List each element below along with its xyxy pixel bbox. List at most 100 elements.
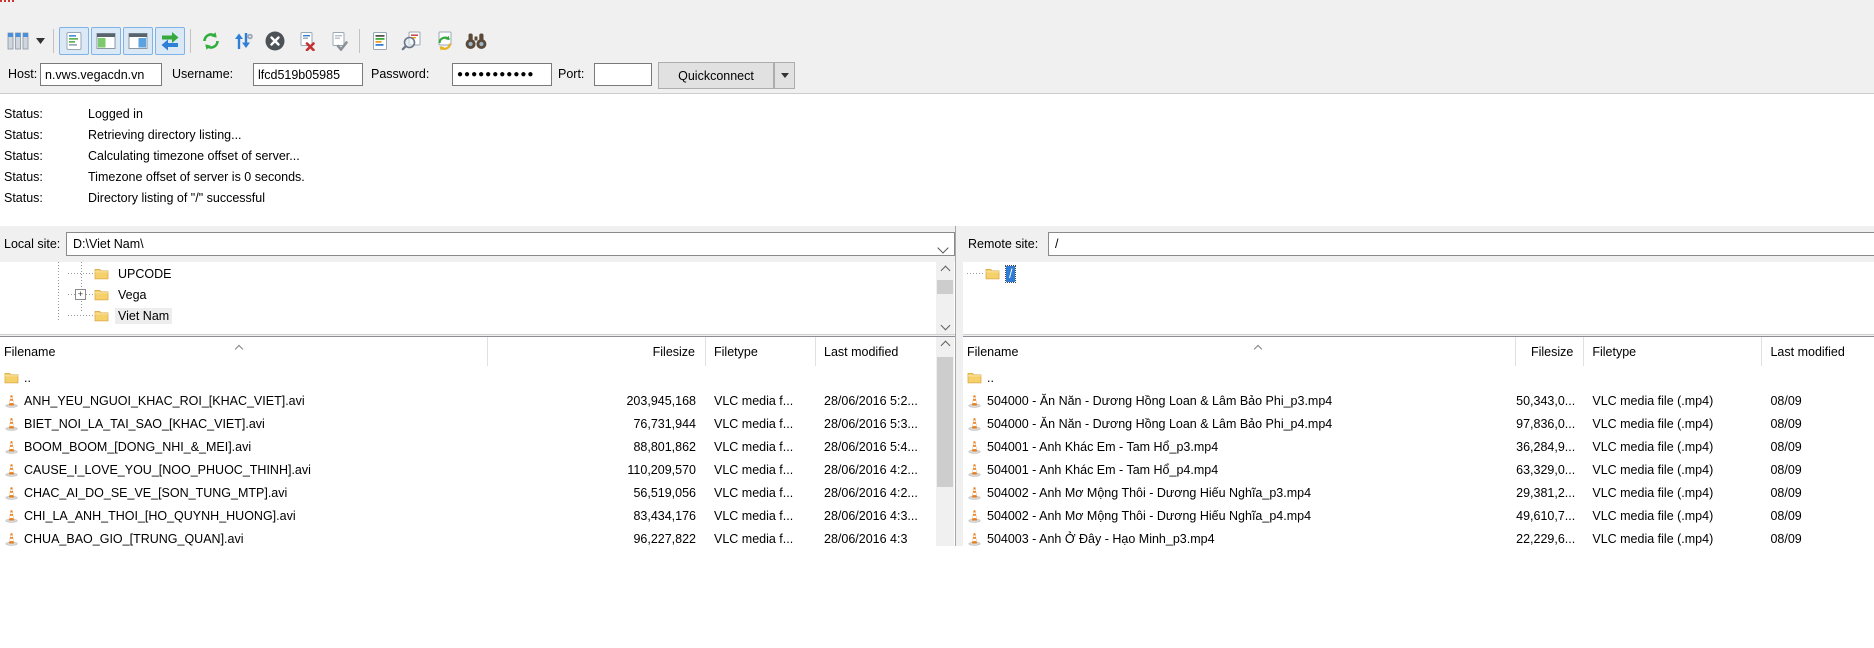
file-size: 96,227,822 xyxy=(488,532,706,546)
local-directory-tree[interactable]: UPCODE Vega Viet Nam xyxy=(0,262,955,335)
log-message: Logged in xyxy=(88,107,143,121)
column-header-filesize[interactable]: Filesize xyxy=(1516,337,1584,366)
local-site-label: Local site: xyxy=(4,237,60,251)
CHI_LA_ANH_THOI_[HO_QUYNH_HUONG].avi[interactable]: CHI_LA_ANH_THOI_[HO_QUYNH_HUONG].avi 83,… xyxy=(0,504,955,527)
vlc-file-icon xyxy=(4,508,24,523)
BOOM_BOOM_[DONG_NHI_&_MEI].avi[interactable]: BOOM_BOOM_[DONG_NHI_&_MEI].avi 88,801,86… xyxy=(0,435,955,458)
column-header-filesize[interactable]: Filesize xyxy=(488,337,706,366)
process-queue-button[interactable] xyxy=(228,27,258,55)
find-files-button[interactable] xyxy=(461,27,491,55)
file-name: 504002 - Anh Mơ Mộng Thôi - Dương Hiếu N… xyxy=(987,486,1311,500)
open-site-manager-button[interactable] xyxy=(3,27,33,55)
pane-splitter[interactable] xyxy=(955,226,963,546)
quickconnect-button[interactable]: Quickconnect xyxy=(658,62,774,89)
504000 - Ăn Năn - Dương Hồng Loan & Lâm Bảo Phi_p3.mp4[interactable]: 504000 - Ăn Năn - Dương Hồng Loan & Lâm … xyxy=(963,389,1874,412)
504002 - Anh Mơ Mộng Thôi - Dương Hiếu Nghĩa_p3.mp4[interactable]: 504002 - Anh Mơ Mộng Thôi - Dương Hiếu N… xyxy=(963,481,1874,504)
remote-directory-tree[interactable]: / xyxy=(963,262,1874,335)
file-size: 22,229,6... xyxy=(1516,532,1584,546)
local-tree-item-upcode[interactable]: UPCODE xyxy=(0,264,955,283)
password-input[interactable] xyxy=(452,63,552,86)
local-tree-item-vega[interactable]: Vega xyxy=(0,285,955,304)
file-name: CHUA_BAO_GIO_[TRUNG_QUAN].avi xyxy=(24,532,244,546)
file-type: VLC media f... xyxy=(706,486,816,500)
column-header-last-modified[interactable]: Last modified xyxy=(816,337,937,366)
toggle-transfer-queue-button[interactable] xyxy=(155,27,185,55)
504001 - Anh Khác Em - Tam Hổ_p3.mp4[interactable]: 504001 - Anh Khác Em - Tam Hổ_p3.mp4 36,… xyxy=(963,435,1874,458)
filter-listings-button[interactable] xyxy=(365,27,395,55)
menu-server[interactable] xyxy=(82,9,102,17)
local-list-scrollbar[interactable] xyxy=(936,337,954,546)
file-modified: 08/09 xyxy=(1762,440,1874,454)
toggle-remote-tree-button[interactable] xyxy=(123,27,153,55)
log-status-label: Status: xyxy=(4,167,43,188)
directory-comparison-button[interactable] xyxy=(397,27,427,55)
..[interactable]: .. xyxy=(963,366,1874,389)
local-tree-item-viet-nam[interactable]: Viet Nam xyxy=(0,306,955,325)
toolbar xyxy=(0,26,1874,56)
tree-expander[interactable] xyxy=(68,285,94,304)
file-name: CHI_LA_ANH_THOI_[HO_QUYNH_HUONG].avi xyxy=(24,509,296,523)
log-message: Retrieving directory listing... xyxy=(88,128,242,142)
toggle-local-tree-button[interactable] xyxy=(91,27,121,55)
504001 - Anh Khác Em - Tam Hổ_p4.mp4[interactable]: 504001 - Anh Khác Em - Tam Hổ_p4.mp4 63,… xyxy=(963,458,1874,481)
file-type: VLC media f... xyxy=(706,417,816,431)
file-size: 50,343,0... xyxy=(1516,394,1584,408)
filter-icon xyxy=(370,31,390,51)
CHUA_BAO_GIO_[TRUNG_QUAN].avi[interactable]: CHUA_BAO_GIO_[TRUNG_QUAN].avi 96,227,822… xyxy=(0,527,955,546)
quickconnect-dropdown[interactable] xyxy=(774,62,795,89)
host-input[interactable] xyxy=(40,63,162,86)
menu-file[interactable] xyxy=(2,9,22,17)
column-header-filetype[interactable]: Filetype xyxy=(1584,337,1762,366)
refresh-listing-button[interactable] xyxy=(196,27,226,55)
menu-help[interactable] xyxy=(122,9,142,17)
scroll-up-icon[interactable] xyxy=(936,337,954,354)
remote-tree-item-root[interactable]: / xyxy=(963,264,1874,283)
CAUSE_I_LOVE_YOU_[NOO_PHUOC_THINH].avi[interactable]: CAUSE_I_LOVE_YOU_[NOO_PHUOC_THINH].avi 1… xyxy=(0,458,955,481)
disconnect-button[interactable] xyxy=(292,27,322,55)
file-name: BOOM_BOOM_[DONG_NHI_&_MEI].avi xyxy=(24,440,251,454)
scrollbar-thumb[interactable] xyxy=(937,357,953,487)
toolbar-separator xyxy=(53,29,54,53)
directory-comparison-icon xyxy=(401,31,423,51)
port-input[interactable] xyxy=(594,63,652,86)
reconnect-button[interactable] xyxy=(324,27,354,55)
vlc-file-icon xyxy=(967,508,987,523)
menu-transfer[interactable] xyxy=(62,9,82,17)
local-site-combobox[interactable]: D:\Viet Nam\ xyxy=(66,232,955,256)
site-manager-dropdown[interactable] xyxy=(32,27,48,55)
column-header-filename[interactable]: Filename xyxy=(963,337,1516,366)
file-size: 36,284,9... xyxy=(1516,440,1584,454)
file-type: VLC media file (.mp4) xyxy=(1584,440,1762,454)
tree-expander[interactable] xyxy=(967,264,985,283)
504003 - Anh Ở Đây - Hạo Minh_p3.mp4[interactable]: 504003 - Anh Ở Đây - Hạo Minh_p3.mp4 22,… xyxy=(963,527,1874,546)
column-header-filetype[interactable]: Filetype xyxy=(706,337,816,366)
ANH_YEU_NGUOI_KHAC_ROI_[KHAC_VIET].avi[interactable]: ANH_YEU_NGUOI_KHAC_ROI_[KHAC_VIET].avi 2… xyxy=(0,389,955,412)
username-input[interactable] xyxy=(253,63,363,86)
file-size: 29,381,2... xyxy=(1516,486,1584,500)
chevron-down-icon[interactable] xyxy=(939,241,947,255)
column-header-filename[interactable]: Filename xyxy=(0,337,488,366)
CHAC_AI_DO_SE_VE_[SON_TUNG_MTP].avi[interactable]: CHAC_AI_DO_SE_VE_[SON_TUNG_MTP].avi 56,5… xyxy=(0,481,955,504)
cancel-operation-button[interactable] xyxy=(260,27,290,55)
log-line: Status: Timezone offset of server is 0 s… xyxy=(0,167,1874,188)
file-type: VLC media file (.mp4) xyxy=(1584,509,1762,523)
toggle-message-log-button[interactable] xyxy=(59,27,89,55)
log-message: Calculating timezone offset of server... xyxy=(88,149,300,163)
menu-edit[interactable] xyxy=(22,9,42,17)
local-site-path: D:\Viet Nam\ xyxy=(73,237,144,251)
menu-bookmarks[interactable] xyxy=(102,9,122,17)
tree-expander[interactable] xyxy=(68,264,94,283)
504000 - Ăn Năn - Dương Hồng Loan & Lâm Bảo Phi_p4.mp4[interactable]: 504000 - Ăn Năn - Dương Hồng Loan & Lâm … xyxy=(963,412,1874,435)
synchronized-browsing-button[interactable] xyxy=(429,27,459,55)
log-status-label: Status: xyxy=(4,188,43,209)
column-header-last-modified[interactable]: Last modified xyxy=(1762,337,1874,366)
remote-site-label: Remote site: xyxy=(968,237,1038,251)
remote-site-combobox[interactable]: / xyxy=(1048,232,1874,256)
tree-expander[interactable] xyxy=(68,306,94,325)
..[interactable]: .. xyxy=(0,366,955,389)
menu-view[interactable] xyxy=(42,9,62,17)
504002 - Anh Mơ Mộng Thôi - Dương Hiếu Nghĩa_p4.mp4[interactable]: 504002 - Anh Mơ Mộng Thôi - Dương Hiếu N… xyxy=(963,504,1874,527)
BIET_NOI_LA_TAI_SAO_[KHAC_VIET].avi[interactable]: BIET_NOI_LA_TAI_SAO_[KHAC_VIET].avi 76,7… xyxy=(0,412,955,435)
log-message: Directory listing of "/" successful xyxy=(88,191,265,205)
local-tree-icon xyxy=(96,31,116,51)
